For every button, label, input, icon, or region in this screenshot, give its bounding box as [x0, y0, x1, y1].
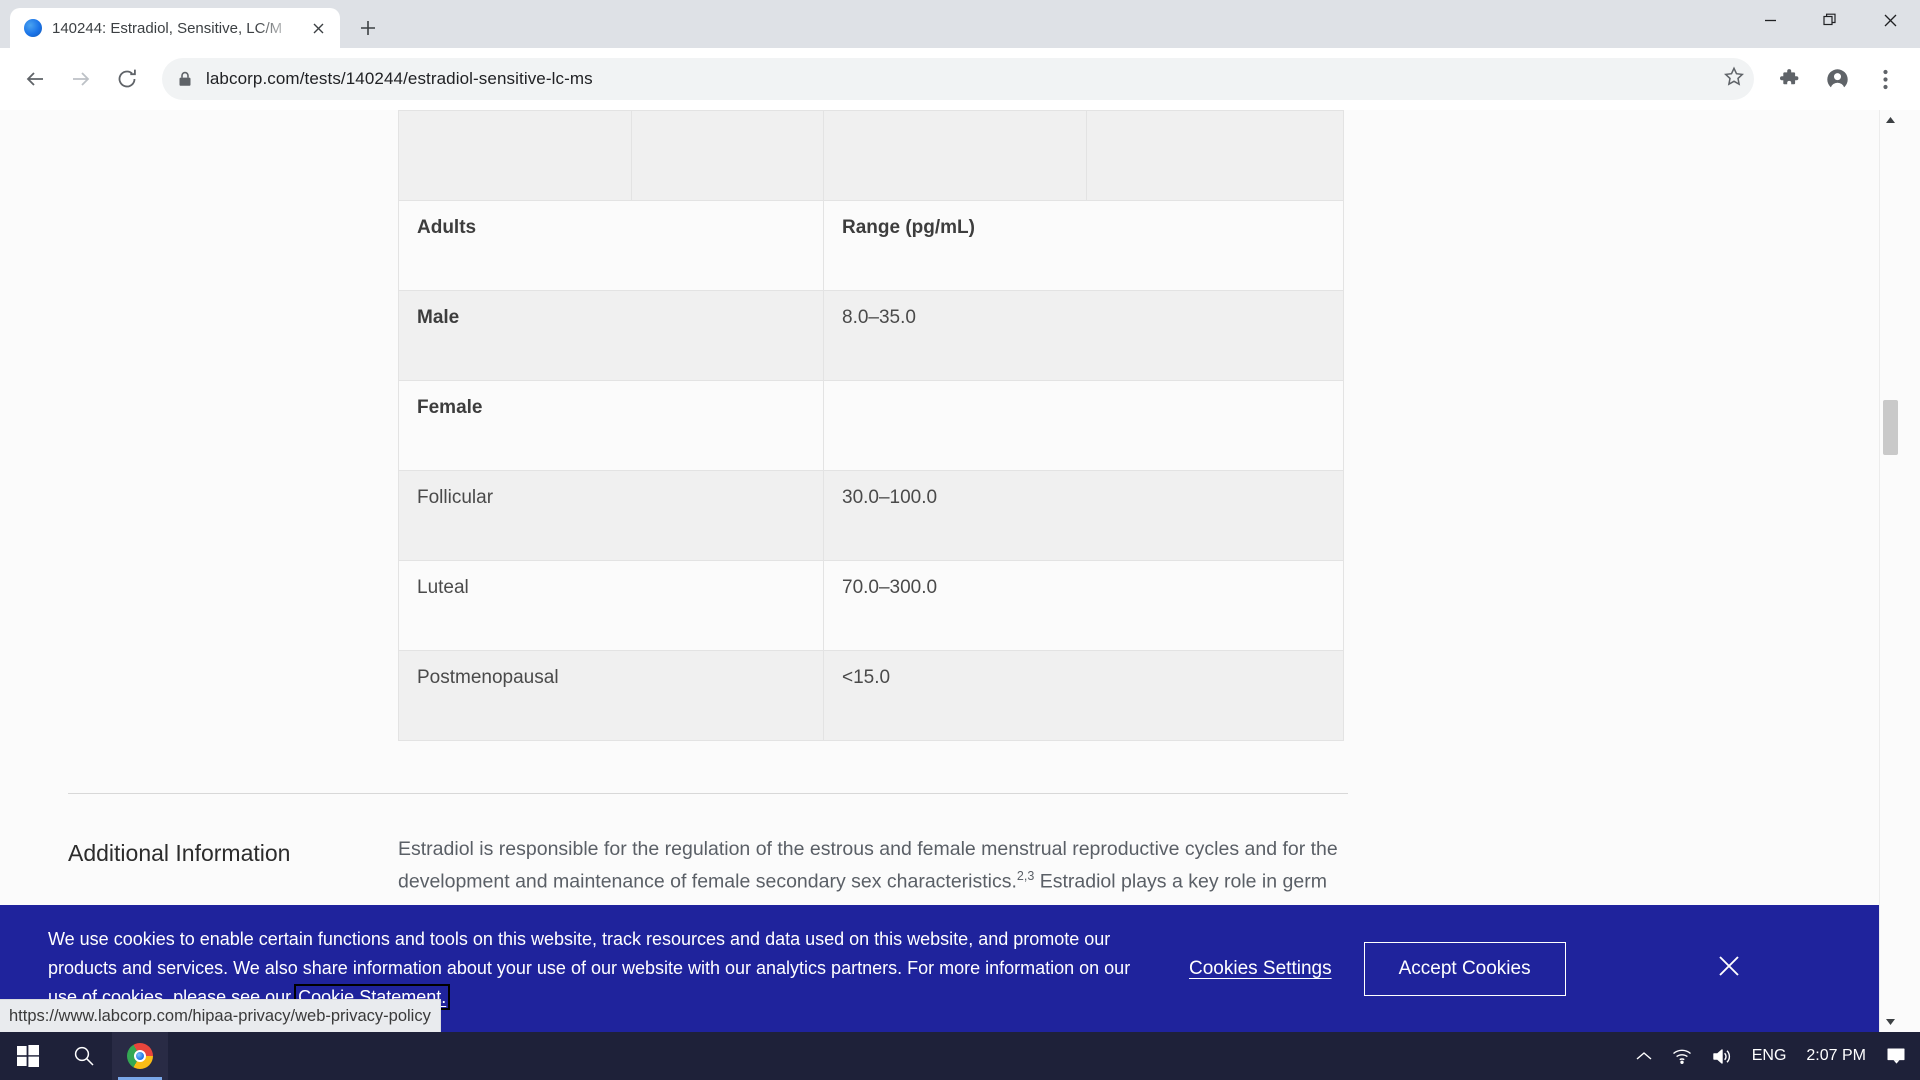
page-viewport: Adults Range (pg/mL) Male 8.0–35.0 Femal… [0, 110, 1920, 1032]
reference-ranges-table-wrapper: Adults Range (pg/mL) Male 8.0–35.0 Femal… [398, 110, 1344, 741]
windows-start-icon[interactable] [0, 1032, 56, 1080]
lock-icon [178, 71, 192, 87]
tab-title: 140244: Estradiol, Sensitive, LC/M [52, 19, 283, 37]
table-row: Follicular 30.0–100.0 [398, 470, 1344, 561]
address-bar-url: labcorp.com/tests/140244/estradiol-sensi… [206, 69, 593, 88]
table-cell-label: Adults [398, 200, 824, 291]
table-row: Male 8.0–35.0 [398, 290, 1344, 381]
forward-arrow-icon[interactable] [60, 58, 102, 100]
speaker-icon[interactable] [1712, 1048, 1732, 1065]
reference-ranges-table: Adults Range (pg/mL) Male 8.0–35.0 Femal… [398, 110, 1344, 741]
table-cell-label: Postmenopausal [398, 650, 824, 741]
close-icon[interactable] [306, 16, 330, 40]
accept-cookies-button[interactable]: Accept Cookies [1363, 941, 1566, 996]
page-scrollbar[interactable] [1879, 110, 1900, 1032]
table-row: Postmenopausal <15.0 [398, 650, 1344, 741]
cookie-banner-message: We use cookies to enable certain functio… [48, 928, 1131, 1008]
table-row: Female [398, 380, 1344, 471]
clock[interactable]: 2:07 PM [1806, 1047, 1866, 1065]
table-cell-value: 70.0–300.0 [823, 560, 1344, 651]
scrollbar-thumb[interactable] [1883, 400, 1898, 455]
close-icon[interactable] [1860, 0, 1920, 40]
scroll-up-arrow-icon[interactable] [1880, 110, 1900, 130]
table-cell-value [823, 380, 1344, 471]
scroll-down-arrow-icon[interactable] [1880, 1012, 1900, 1032]
table-row: Adults Range (pg/mL) [398, 200, 1344, 291]
table-cell-value: 8.0–35.0 [823, 290, 1344, 381]
restore-icon[interactable] [1800, 0, 1860, 40]
link-status-bubble: https://www.labcorp.com/hipaa-privacy/we… [0, 999, 441, 1032]
web-page-content: Adults Range (pg/mL) Male 8.0–35.0 Femal… [0, 110, 1900, 1032]
table-row-cutoff [398, 110, 1344, 201]
windows-taskbar: ENG 2:07 PM [0, 1032, 1920, 1080]
search-icon[interactable] [56, 1032, 112, 1080]
table-cell-label: Luteal [398, 560, 824, 651]
puzzle-piece-icon[interactable] [1768, 58, 1810, 100]
cookie-banner-actions: Cookies Settings Accept Cookies [1189, 941, 1740, 996]
table-row: Luteal 70.0–300.0 [398, 560, 1344, 651]
star-icon[interactable] [1724, 66, 1744, 92]
browser-tab[interactable]: 140244: Estradiol, Sensitive, LC/M [10, 8, 340, 48]
table-body: Adults Range (pg/mL) Male 8.0–35.0 Femal… [398, 110, 1344, 741]
cutoff-cell [823, 110, 1087, 201]
tabstrip: 140244: Estradiol, Sensitive, LC/M [0, 0, 388, 48]
table-cell-label: Follicular [398, 470, 824, 561]
table-cell-value: 30.0–100.0 [823, 470, 1344, 561]
cookies-settings-button[interactable]: Cookies Settings [1189, 958, 1332, 980]
account-avatar-icon[interactable] [1816, 58, 1858, 100]
table-cell-label: Female [398, 380, 824, 471]
three-dot-menu-icon[interactable] [1864, 58, 1906, 100]
table-cell-label: Male [398, 290, 824, 381]
chrome-icon[interactable] [112, 1032, 168, 1080]
table-cell-value: <15.0 [823, 650, 1344, 741]
new-tab-button[interactable] [348, 8, 388, 48]
wifi-icon[interactable] [1672, 1048, 1692, 1064]
browser-tab-strip-area: 140244: Estradiol, Sensitive, LC/M [0, 0, 1920, 48]
browser-toolbar: labcorp.com/tests/140244/estradiol-sensi… [0, 48, 1920, 110]
language-indicator[interactable]: ENG [1752, 1047, 1787, 1065]
close-icon[interactable] [1718, 953, 1740, 984]
back-arrow-icon[interactable] [14, 58, 56, 100]
cutoff-cell [398, 110, 632, 201]
chevron-up-icon[interactable] [1636, 1051, 1652, 1061]
system-tray: ENG 2:07 PM [1636, 1047, 1920, 1065]
chrome-logo [127, 1043, 153, 1069]
toolbar-right-actions [1768, 58, 1906, 100]
content-area: Adults Range (pg/mL) Male 8.0–35.0 Femal… [0, 110, 1900, 961]
citation-superscript: 2,3 [1016, 868, 1035, 883]
minimize-icon[interactable] [1740, 0, 1800, 40]
notification-icon[interactable] [1886, 1047, 1906, 1065]
cutoff-cell [631, 110, 824, 201]
cutoff-cell [1086, 110, 1344, 201]
table-cell-value: Range (pg/mL) [823, 200, 1344, 291]
window-controls [1740, 0, 1920, 40]
address-bar[interactable]: labcorp.com/tests/140244/estradiol-sensi… [162, 58, 1754, 100]
labcorp-favicon [24, 19, 42, 37]
reload-icon[interactable] [106, 58, 148, 100]
